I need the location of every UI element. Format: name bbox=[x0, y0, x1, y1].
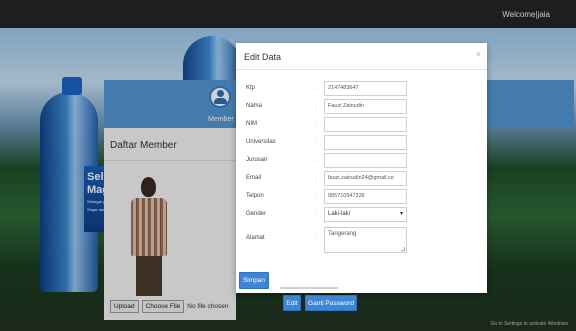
nim-label: NIM bbox=[246, 121, 257, 127]
resize-handle-icon[interactable] bbox=[401, 247, 405, 251]
form-row-telpon: Telpon : 085710547336 bbox=[244, 189, 484, 205]
form-row-ktp: Ktp : 2147483647 bbox=[244, 81, 484, 97]
edit-data-modal: Edit Data × Ktp : 2147483647 Nama : Fauz… bbox=[236, 43, 487, 293]
alamat-textarea[interactable]: Tangerang bbox=[324, 227, 407, 253]
email-input[interactable]: fauzi.zainudin24@gmail.co bbox=[324, 171, 407, 186]
alamat-value: Tangerang bbox=[328, 231, 357, 237]
welcome-text[interactable]: Welcome|jaia bbox=[502, 10, 550, 19]
colon: : bbox=[316, 85, 318, 91]
telpon-label: Telpon bbox=[246, 193, 264, 199]
form-row-nim: NIM : bbox=[244, 117, 484, 133]
colon: : bbox=[316, 157, 318, 163]
email-label: Email bbox=[246, 175, 262, 181]
caret-down-icon: ▾ bbox=[399, 211, 403, 217]
change-password-button[interactable]: Ganti Password bbox=[305, 295, 357, 311]
ktp-label: Ktp bbox=[246, 85, 256, 91]
colon: : bbox=[316, 121, 318, 127]
form-row-email: Email : fauzi.zainudin24@gmail.co bbox=[244, 171, 484, 187]
modal-title: Edit Data bbox=[244, 52, 282, 62]
form-row-nama: Nama : Fauzi Zainudin bbox=[244, 99, 484, 115]
jurusan-label: Jurusan bbox=[246, 157, 268, 163]
form-row-alamat: Alamat : Tangerang bbox=[244, 227, 484, 255]
colon: : bbox=[316, 193, 318, 199]
horizontal-scrollbar[interactable] bbox=[280, 287, 338, 289]
alamat-label: Alamat bbox=[246, 235, 265, 241]
save-button[interactable]: Simpan bbox=[239, 272, 269, 289]
colon: : bbox=[316, 175, 318, 181]
jurusan-input[interactable] bbox=[324, 153, 407, 168]
gender-selected-value: Laki-laki bbox=[328, 211, 351, 217]
ktp-input[interactable]: 2147483647 bbox=[324, 81, 407, 96]
universitas-input[interactable] bbox=[324, 135, 407, 150]
gender-label: Gender bbox=[246, 211, 267, 217]
nim-input[interactable] bbox=[324, 117, 407, 132]
form-row-gender: Gender : Laki-laki ▾ bbox=[244, 207, 484, 223]
close-icon[interactable]: × bbox=[476, 49, 481, 59]
colon: : bbox=[316, 211, 318, 217]
top-navbar: Welcome|jaia bbox=[0, 0, 576, 28]
edit-button[interactable]: Edit bbox=[283, 295, 301, 311]
windows-activation-watermark: Go to Settings to activate Windows bbox=[490, 321, 568, 327]
colon: : bbox=[316, 139, 318, 145]
nama-label: Nama bbox=[246, 103, 263, 109]
divider bbox=[236, 69, 487, 70]
form-row-jurusan: Jurusan : bbox=[244, 153, 484, 169]
colon: : bbox=[316, 235, 318, 241]
universitas-label: Universitas bbox=[246, 139, 276, 145]
form-row-universitas: Universitas : bbox=[244, 135, 484, 151]
telpon-input[interactable]: 085710547336 bbox=[324, 189, 407, 204]
nama-input[interactable]: Fauzi Zainudin bbox=[324, 99, 407, 114]
colon: : bbox=[316, 103, 318, 109]
gender-select[interactable]: Laki-laki ▾ bbox=[324, 207, 407, 222]
